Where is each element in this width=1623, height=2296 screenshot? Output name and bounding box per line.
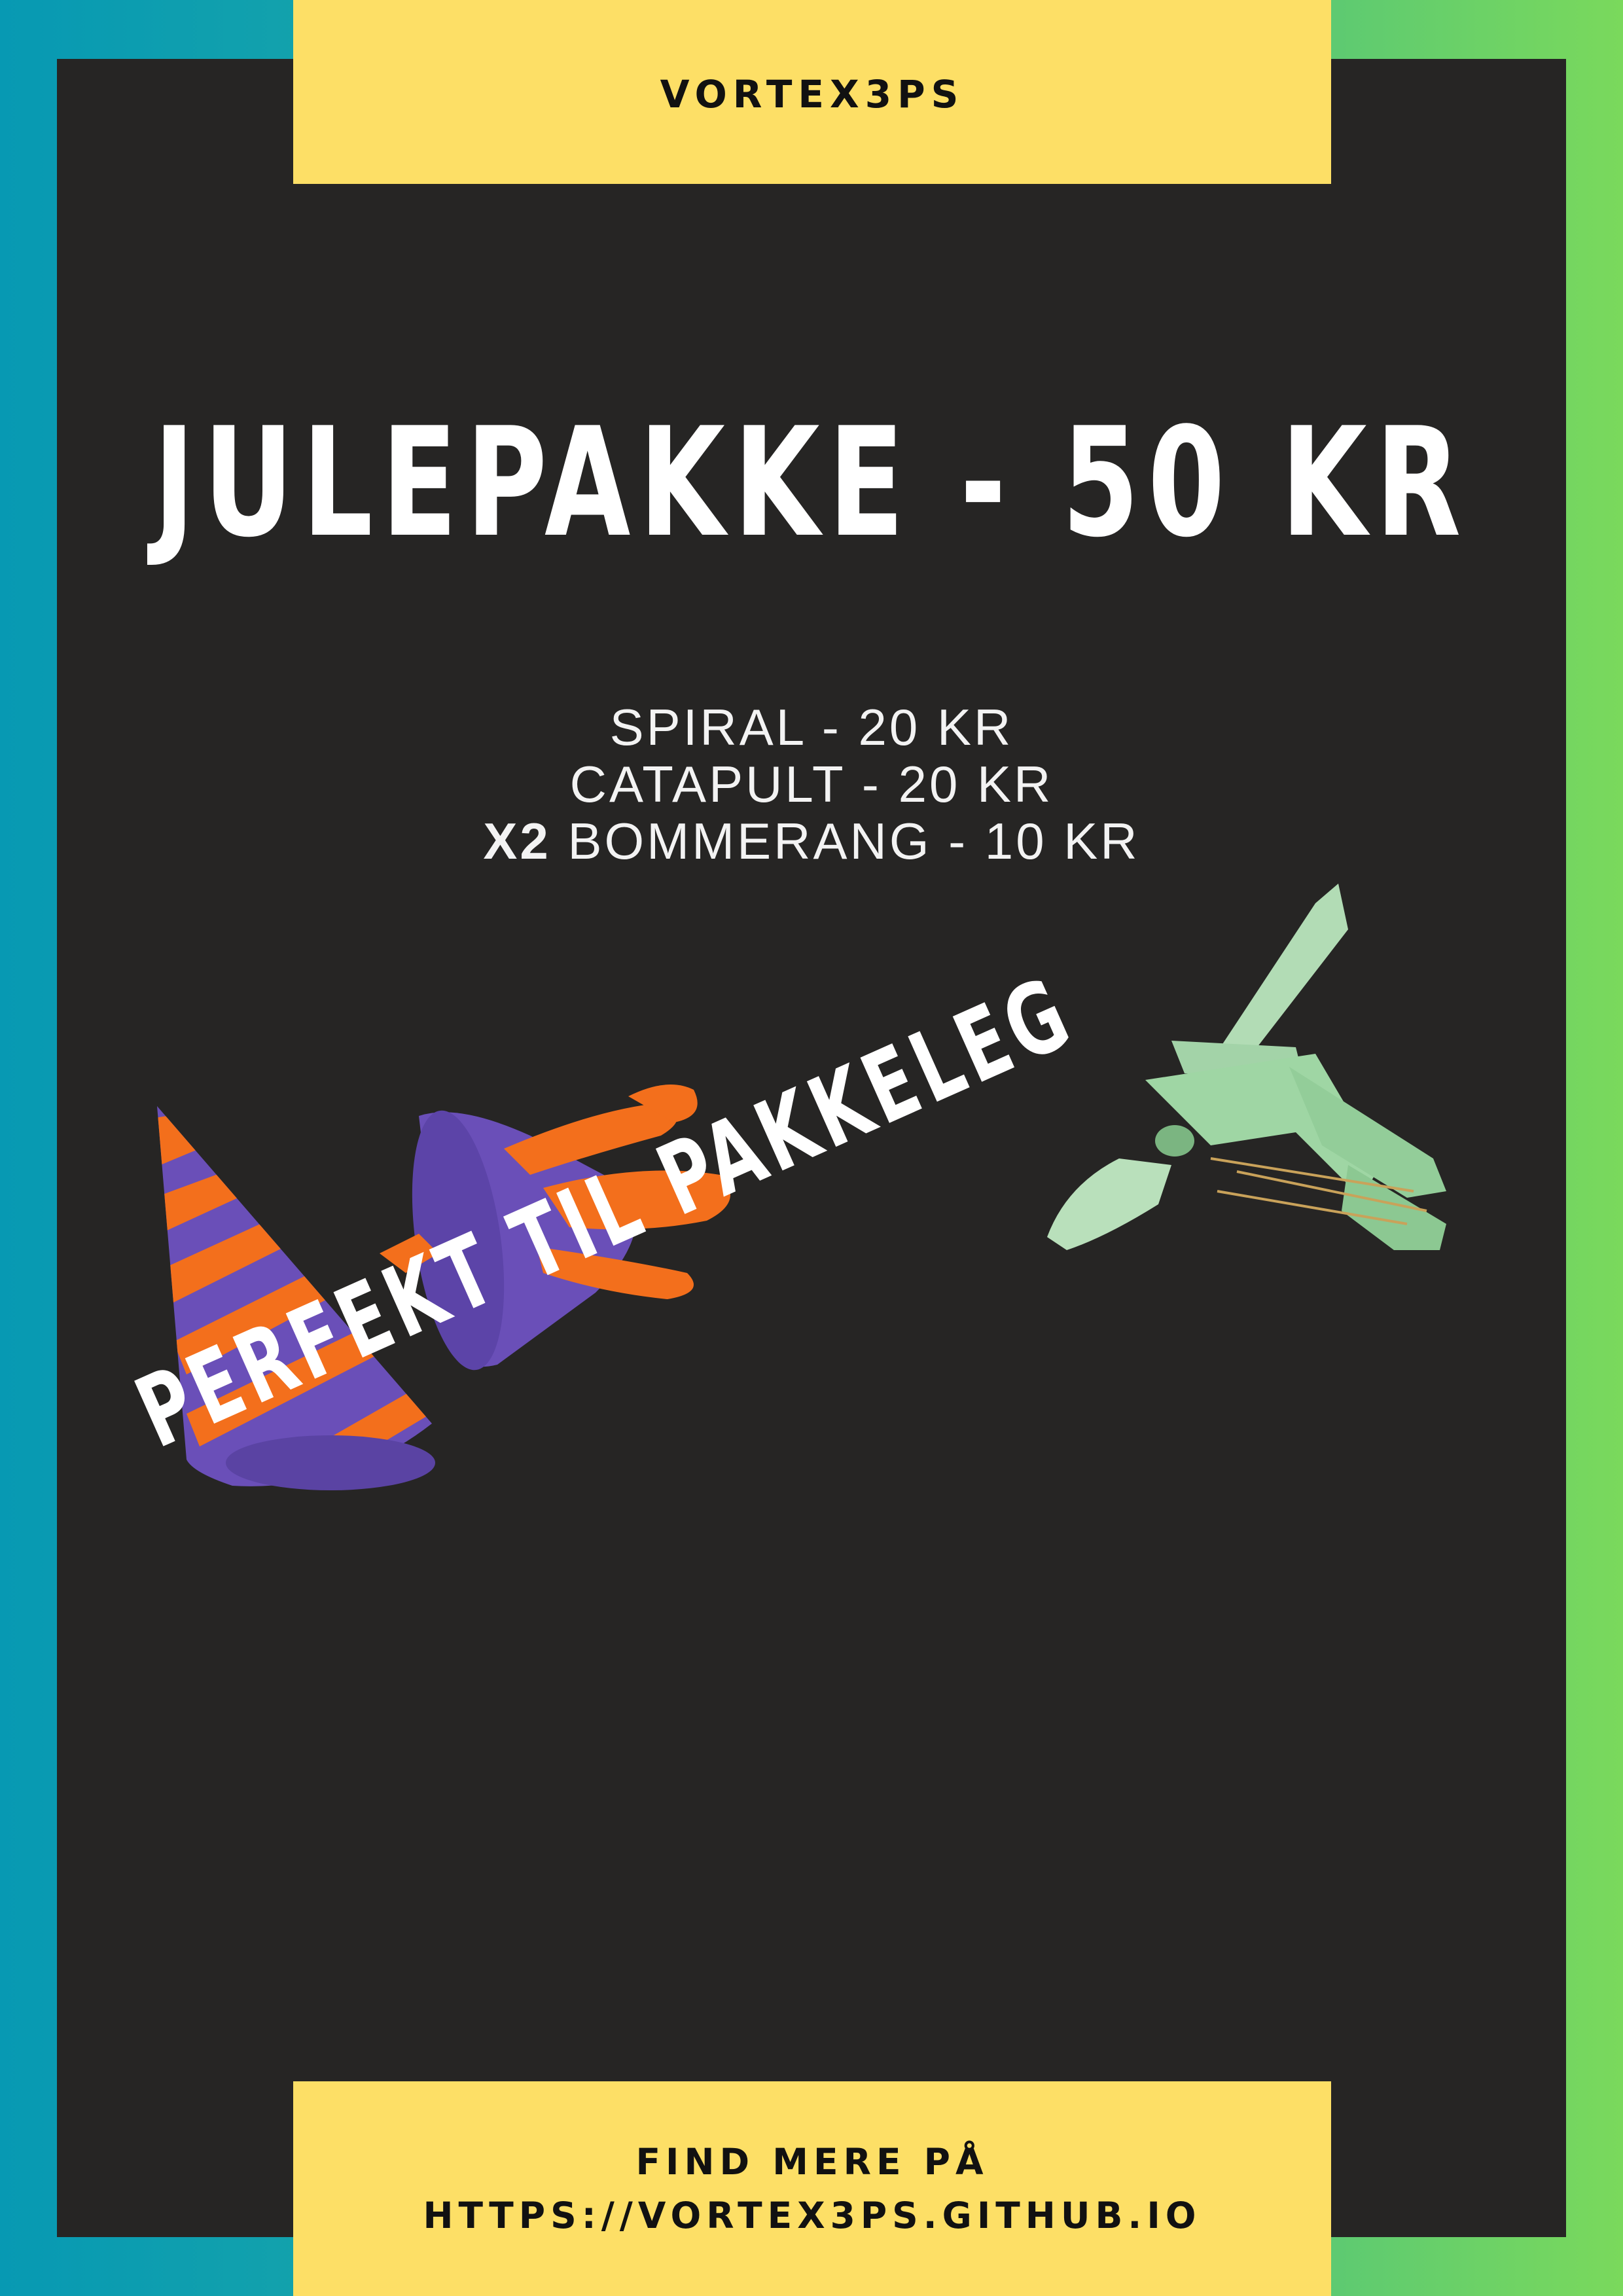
catapult-photo [1047, 884, 1446, 1250]
footer-text: FIND MERE PÅ HTTPS://VORTEX3PS.GITHUB.IO [423, 2135, 1201, 2242]
footer-line1: FIND MERE PÅ [635, 2141, 989, 2183]
brand-name: VORTEX3PS [660, 71, 965, 117]
item-list: SPIRAL - 20 KR CATAPULT - 20 KR X2 BOMME… [0, 699, 1623, 870]
item-quantity: X2 [483, 812, 551, 870]
headline-price: JULEPAKKE - 50 KR [153, 396, 1470, 571]
item-row: CATAPULT - 20 KR [0, 756, 1623, 813]
footer-url[interactable]: HTTPS://VORTEX3PS.GITHUB.IO [423, 2189, 1201, 2242]
item-row: SPIRAL - 20 KR [0, 699, 1623, 756]
item-label: CATAPULT - 20 KR [569, 755, 1054, 813]
item-label: SPIRAL - 20 KR [609, 698, 1014, 756]
item-row: X2 BOMMERANG - 10 KR [0, 813, 1623, 870]
item-label: BOMMERANG - 10 KR [567, 812, 1140, 870]
brand-banner: VORTEX3PS [293, 0, 1331, 184]
footer-banner: FIND MERE PÅ HTTPS://VORTEX3PS.GITHUB.IO [293, 2081, 1331, 2296]
